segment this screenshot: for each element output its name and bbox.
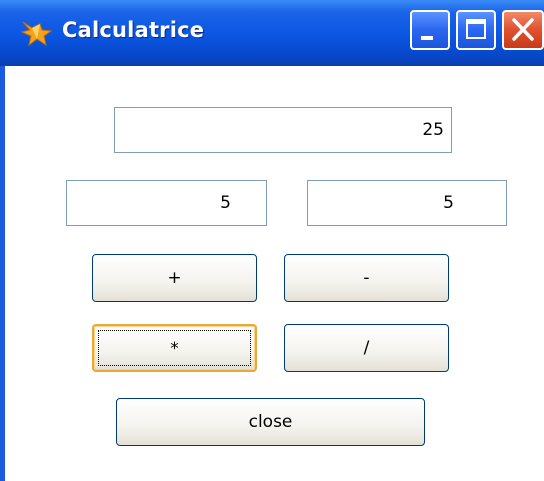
fox-icon — [20, 18, 54, 48]
maximize-icon — [466, 19, 486, 39]
operand1-field[interactable]: 5 — [66, 180, 267, 226]
operand2-field[interactable]: 5 — [307, 180, 507, 226]
subtract-button[interactable]: - — [284, 254, 449, 302]
divide-button[interactable]: / — [284, 324, 449, 372]
close-icon — [512, 18, 534, 41]
minimize-button[interactable] — [410, 10, 450, 50]
title-bar[interactable]: Calculatrice — [0, 0, 544, 66]
calculator-window: Calculatrice 25 5 5 + - * / close — [0, 0, 544, 481]
multiply-button[interactable]: * — [92, 324, 257, 372]
window-title: Calculatrice — [62, 18, 205, 42]
minimize-icon — [421, 36, 433, 40]
close-window-button[interactable] — [502, 10, 544, 50]
close-button[interactable]: close — [116, 398, 425, 446]
maximize-button[interactable] — [456, 10, 496, 50]
result-field[interactable]: 25 — [114, 107, 452, 153]
add-button[interactable]: + — [92, 254, 257, 302]
multiply-button-label: * — [170, 339, 179, 359]
